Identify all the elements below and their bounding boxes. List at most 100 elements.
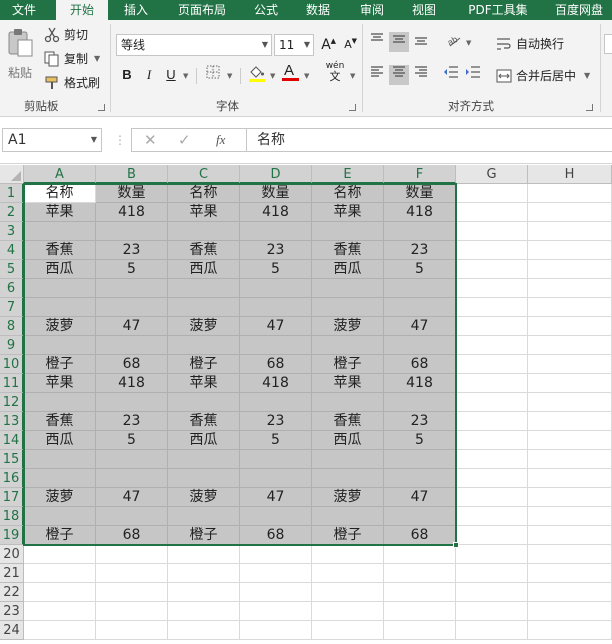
cell-d8[interactable]: 47 [240, 317, 312, 336]
cell-f11[interactable]: 418 [384, 374, 456, 393]
font-launcher-icon[interactable] [349, 104, 356, 111]
cell-d18[interactable] [240, 507, 312, 526]
cell-h3[interactable] [528, 222, 612, 241]
cell-f23[interactable] [384, 602, 456, 621]
cell-f20[interactable] [384, 545, 456, 564]
cell-d6[interactable] [240, 279, 312, 298]
name-box[interactable]: A1 ▼ [2, 128, 102, 152]
cell-b6[interactable] [96, 279, 168, 298]
cell-e15[interactable] [312, 450, 384, 469]
cell-d12[interactable] [240, 393, 312, 412]
cell-b12[interactable] [96, 393, 168, 412]
number-format-combo-partial[interactable] [604, 34, 612, 54]
row-header[interactable]: 19 [0, 526, 24, 545]
cell-a7[interactable] [24, 298, 96, 317]
cell-d15[interactable] [240, 450, 312, 469]
cell-c1[interactable]: 名称 [168, 184, 240, 203]
fill-color-dropdown-icon[interactable]: ▼ [270, 72, 275, 80]
cell-d1[interactable]: 数量 [240, 184, 312, 203]
cell-b19[interactable]: 68 [96, 526, 168, 545]
cell-a8[interactable]: 菠萝 [24, 317, 96, 336]
cell-g11[interactable] [456, 374, 528, 393]
decrease-font-size-button[interactable]: A ▼ [338, 35, 358, 55]
clipboard-launcher-icon[interactable] [98, 104, 105, 111]
cell-c22[interactable] [168, 583, 240, 602]
cell-f2[interactable]: 418 [384, 203, 456, 222]
row-header[interactable]: 23 [0, 602, 24, 621]
cell-h5[interactable] [528, 260, 612, 279]
align-top-button[interactable] [367, 32, 387, 52]
cell-h13[interactable] [528, 412, 612, 431]
tab-data[interactable]: 数据 [298, 0, 338, 20]
cell-d20[interactable] [240, 545, 312, 564]
cell-e5[interactable]: 西瓜 [312, 260, 384, 279]
cell-h18[interactable] [528, 507, 612, 526]
column-header-c[interactable]: C [168, 165, 240, 184]
cell-g20[interactable] [456, 545, 528, 564]
row-header[interactable]: 11 [0, 374, 24, 393]
orientation-dropdown-icon[interactable]: ▼ [466, 39, 471, 47]
cell-c23[interactable] [168, 602, 240, 621]
column-header-f[interactable]: F [384, 165, 456, 184]
cell-c13[interactable]: 香蕉 [168, 412, 240, 431]
tab-formulas[interactable]: 公式 [246, 0, 286, 20]
cell-d22[interactable] [240, 583, 312, 602]
cell-b24[interactable] [96, 621, 168, 640]
column-header-h[interactable]: H [528, 165, 612, 184]
cell-c15[interactable] [168, 450, 240, 469]
tab-baidu-netdisk[interactable]: 百度网盘 [546, 0, 612, 20]
alignment-launcher-icon[interactable] [586, 104, 593, 111]
column-header-d[interactable]: D [240, 165, 312, 184]
cell-c3[interactable] [168, 222, 240, 241]
cell-e24[interactable] [312, 621, 384, 640]
cell-d21[interactable] [240, 564, 312, 583]
cell-b20[interactable] [96, 545, 168, 564]
row-header[interactable]: 21 [0, 564, 24, 583]
cell-d9[interactable] [240, 336, 312, 355]
row-header[interactable]: 9 [0, 336, 24, 355]
cell-f24[interactable] [384, 621, 456, 640]
cell-e14[interactable]: 西瓜 [312, 431, 384, 450]
cell-h20[interactable] [528, 545, 612, 564]
cell-h9[interactable] [528, 336, 612, 355]
cell-b5[interactable]: 5 [96, 260, 168, 279]
borders-button[interactable] [203, 65, 223, 85]
cell-d3[interactable] [240, 222, 312, 241]
cell-a6[interactable] [24, 279, 96, 298]
underline-button[interactable]: U [161, 65, 181, 85]
tab-pdf-tools[interactable]: PDF工具集 [458, 0, 538, 20]
cell-d7[interactable] [240, 298, 312, 317]
bold-button[interactable]: B [117, 65, 137, 85]
cell-g6[interactable] [456, 279, 528, 298]
cell-b11[interactable]: 418 [96, 374, 168, 393]
cell-h12[interactable] [528, 393, 612, 412]
cell-g8[interactable] [456, 317, 528, 336]
cell-h1[interactable] [528, 184, 612, 203]
cell-a14[interactable]: 西瓜 [24, 431, 96, 450]
cell-c19[interactable]: 橙子 [168, 526, 240, 545]
cell-h19[interactable] [528, 526, 612, 545]
copy-button[interactable]: 复制 ▼ [44, 50, 100, 67]
phonetic-button[interactable]: wén 文 [322, 60, 348, 82]
row-header[interactable]: 16 [0, 469, 24, 488]
copy-dropdown-icon[interactable]: ▼ [94, 54, 100, 63]
cell-d17[interactable]: 47 [240, 488, 312, 507]
cell-d13[interactable]: 23 [240, 412, 312, 431]
cell-f19[interactable]: 68 [384, 526, 456, 545]
cell-g2[interactable] [456, 203, 528, 222]
insert-function-icon[interactable]: fx [216, 129, 225, 151]
cell-f9[interactable] [384, 336, 456, 355]
cell-f12[interactable] [384, 393, 456, 412]
cell-b2[interactable]: 418 [96, 203, 168, 222]
cell-d11[interactable]: 418 [240, 374, 312, 393]
cell-c17[interactable]: 菠萝 [168, 488, 240, 507]
tab-file[interactable]: 文件 [0, 0, 48, 20]
row-header[interactable]: 12 [0, 393, 24, 412]
align-middle-button[interactable] [389, 32, 409, 52]
column-header-b[interactable]: B [96, 165, 168, 184]
cell-b21[interactable] [96, 564, 168, 583]
cell-d14[interactable]: 5 [240, 431, 312, 450]
cell-c16[interactable] [168, 469, 240, 488]
phonetic-dropdown-icon[interactable]: ▼ [350, 72, 355, 80]
cell-b8[interactable]: 47 [96, 317, 168, 336]
